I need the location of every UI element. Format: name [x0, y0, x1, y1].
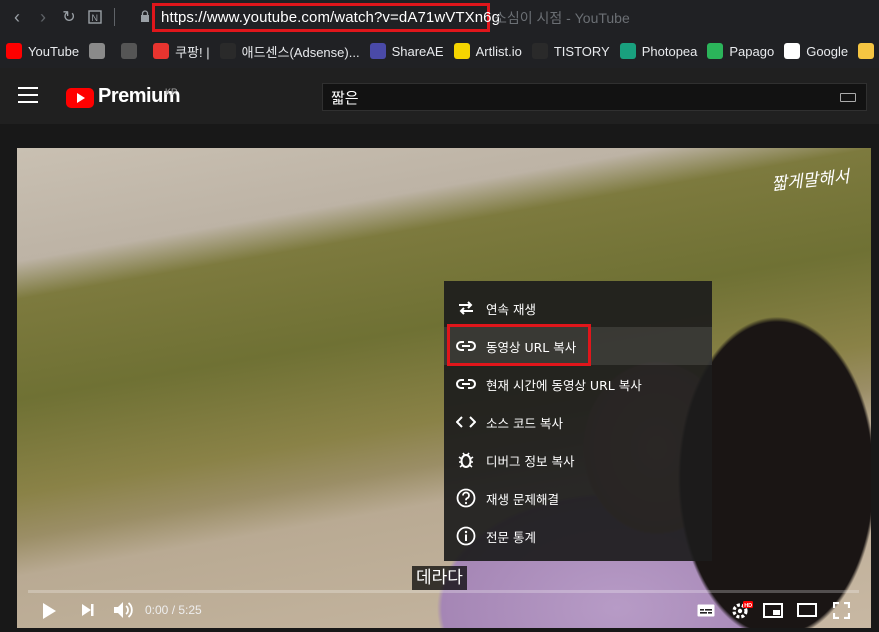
next-icon[interactable] [81, 603, 95, 617]
player-controls: 0:00 / 5:25 HD [17, 594, 871, 628]
bookmark-item[interactable]: 애드센스(Adsense)... [219, 42, 360, 61]
coupang-icon [153, 43, 170, 59]
link-icon [456, 374, 476, 394]
photopea-icon [619, 43, 636, 59]
context-menu-item[interactable]: 연속 재생 [444, 289, 712, 327]
address-bar[interactable]: https://www.youtube.com/watch?v=dA71wVTX… [152, 3, 500, 32]
context-menu-item[interactable]: 소스 코드 복사 [444, 403, 712, 441]
theater-mode-icon[interactable] [797, 603, 817, 617]
bookmark-label: 애드센스(Adsense)... [241, 44, 360, 60]
search-box[interactable] [322, 83, 867, 111]
page-title-tail: 소심이 시점 - YouTube [494, 10, 630, 26]
context-menu-item[interactable]: 현재 시간에 동영상 URL 복사 [444, 365, 712, 403]
play-icon[interactable] [41, 602, 57, 620]
svg-text:HD: HD [744, 603, 752, 609]
reload-icon[interactable]: ↻ [56, 4, 82, 30]
context-menu-label: 현재 시간에 동영상 URL 복사 [486, 377, 642, 393]
loop-icon [456, 298, 476, 318]
bookmark-item[interactable] [121, 43, 143, 59]
menu-icon[interactable] [18, 87, 38, 103]
toolbar-divider [114, 8, 115, 26]
disk-icon [858, 43, 875, 59]
miniplayer-icon[interactable] [763, 603, 783, 618]
reader-icon[interactable]: N [82, 4, 108, 30]
youtube-icon [6, 43, 22, 59]
youtube-logo-icon[interactable] [66, 88, 94, 108]
bookmark-label: Artlist.io [475, 43, 522, 59]
lock-icon [141, 10, 149, 22]
artlist-icon [453, 43, 470, 59]
camera-icon [121, 43, 138, 59]
code-icon [456, 412, 476, 432]
bug-icon [456, 450, 476, 470]
shareae-icon [369, 43, 386, 59]
bookmark-item[interactable]: Artlist.io [453, 43, 522, 59]
bookmark-item[interactable]: ShareAE [369, 43, 444, 59]
context-menu-item[interactable]: 재생 문제해결 [444, 479, 712, 517]
bookmark-label: YouTube [28, 43, 80, 59]
subtitle-caption: 데라다 [412, 566, 467, 590]
info-icon [456, 526, 476, 546]
context-menu-label: 디버그 정보 복사 [486, 453, 575, 469]
svg-text:N: N [92, 13, 99, 23]
bookmark-label: Google [806, 43, 849, 59]
bookmark-label: Papago [729, 43, 775, 59]
forward-icon[interactable]: › [30, 4, 56, 30]
back-icon[interactable]: ‹ [4, 4, 30, 30]
tistory-icon [531, 43, 548, 59]
bookmark-label: Photopea [641, 43, 698, 59]
url-text: https://www.youtube.com/watch?v=dA71wVTX… [161, 9, 501, 26]
bookmark-item[interactable]: TISTORY [531, 43, 610, 59]
region-code: KR [165, 87, 178, 97]
bookmarks-bar: YouTube 쿠팡! | 애드센스(Adsense)... ShareAE Artli… [0, 34, 879, 68]
papago-icon [707, 43, 724, 59]
context-menu-label: 재생 문제해결 [486, 491, 559, 507]
highlight-box [447, 324, 591, 366]
bookmark-item[interactable]: Photopea [619, 43, 698, 59]
bookmark-item[interactable]: 쿠팡! | [153, 42, 210, 61]
search-input[interactable] [331, 88, 831, 106]
context-menu-label: 연속 재생 [486, 301, 536, 317]
bookmark-label: ShareAE [391, 43, 444, 59]
settings-icon[interactable]: HD [731, 600, 753, 620]
youtube-header: Premium KR [0, 68, 879, 124]
bookmark-item[interactable]: Google [784, 43, 848, 59]
bookmark-item[interactable]: 디스크스토리 [858, 42, 879, 61]
context-menu: 연속 재생 동영상 URL 복사 현재 시간에 동영상 URL 복사 소스 코드 복사… [444, 281, 712, 561]
volume-icon[interactable] [113, 601, 133, 619]
help-icon [456, 488, 476, 508]
time-display: 0:00 / 5:25 [145, 603, 202, 617]
dots-icon [219, 43, 236, 59]
fullscreen-icon[interactable] [833, 602, 850, 619]
bookmark-item[interactable] [89, 43, 111, 59]
progress-bar[interactable] [28, 590, 859, 593]
context-menu-item[interactable]: 디버그 정보 복사 [444, 441, 712, 479]
bookmark-item[interactable]: YouTube [6, 43, 79, 59]
bookmark-label: 쿠팡! | [175, 44, 210, 60]
extension-icon [89, 43, 106, 59]
bookmark-label: TISTORY [553, 43, 610, 59]
google-icon [784, 43, 801, 59]
keyboard-icon[interactable] [840, 93, 856, 102]
context-menu-item[interactable]: 전문 통계 [444, 517, 712, 555]
video-watermark: 짧게말해서 [770, 166, 851, 196]
context-menu-label: 소스 코드 복사 [486, 415, 563, 431]
subtitles-icon[interactable] [697, 604, 715, 617]
context-menu-label: 전문 통계 [486, 529, 536, 545]
bookmark-item[interactable]: Papago [707, 43, 774, 59]
